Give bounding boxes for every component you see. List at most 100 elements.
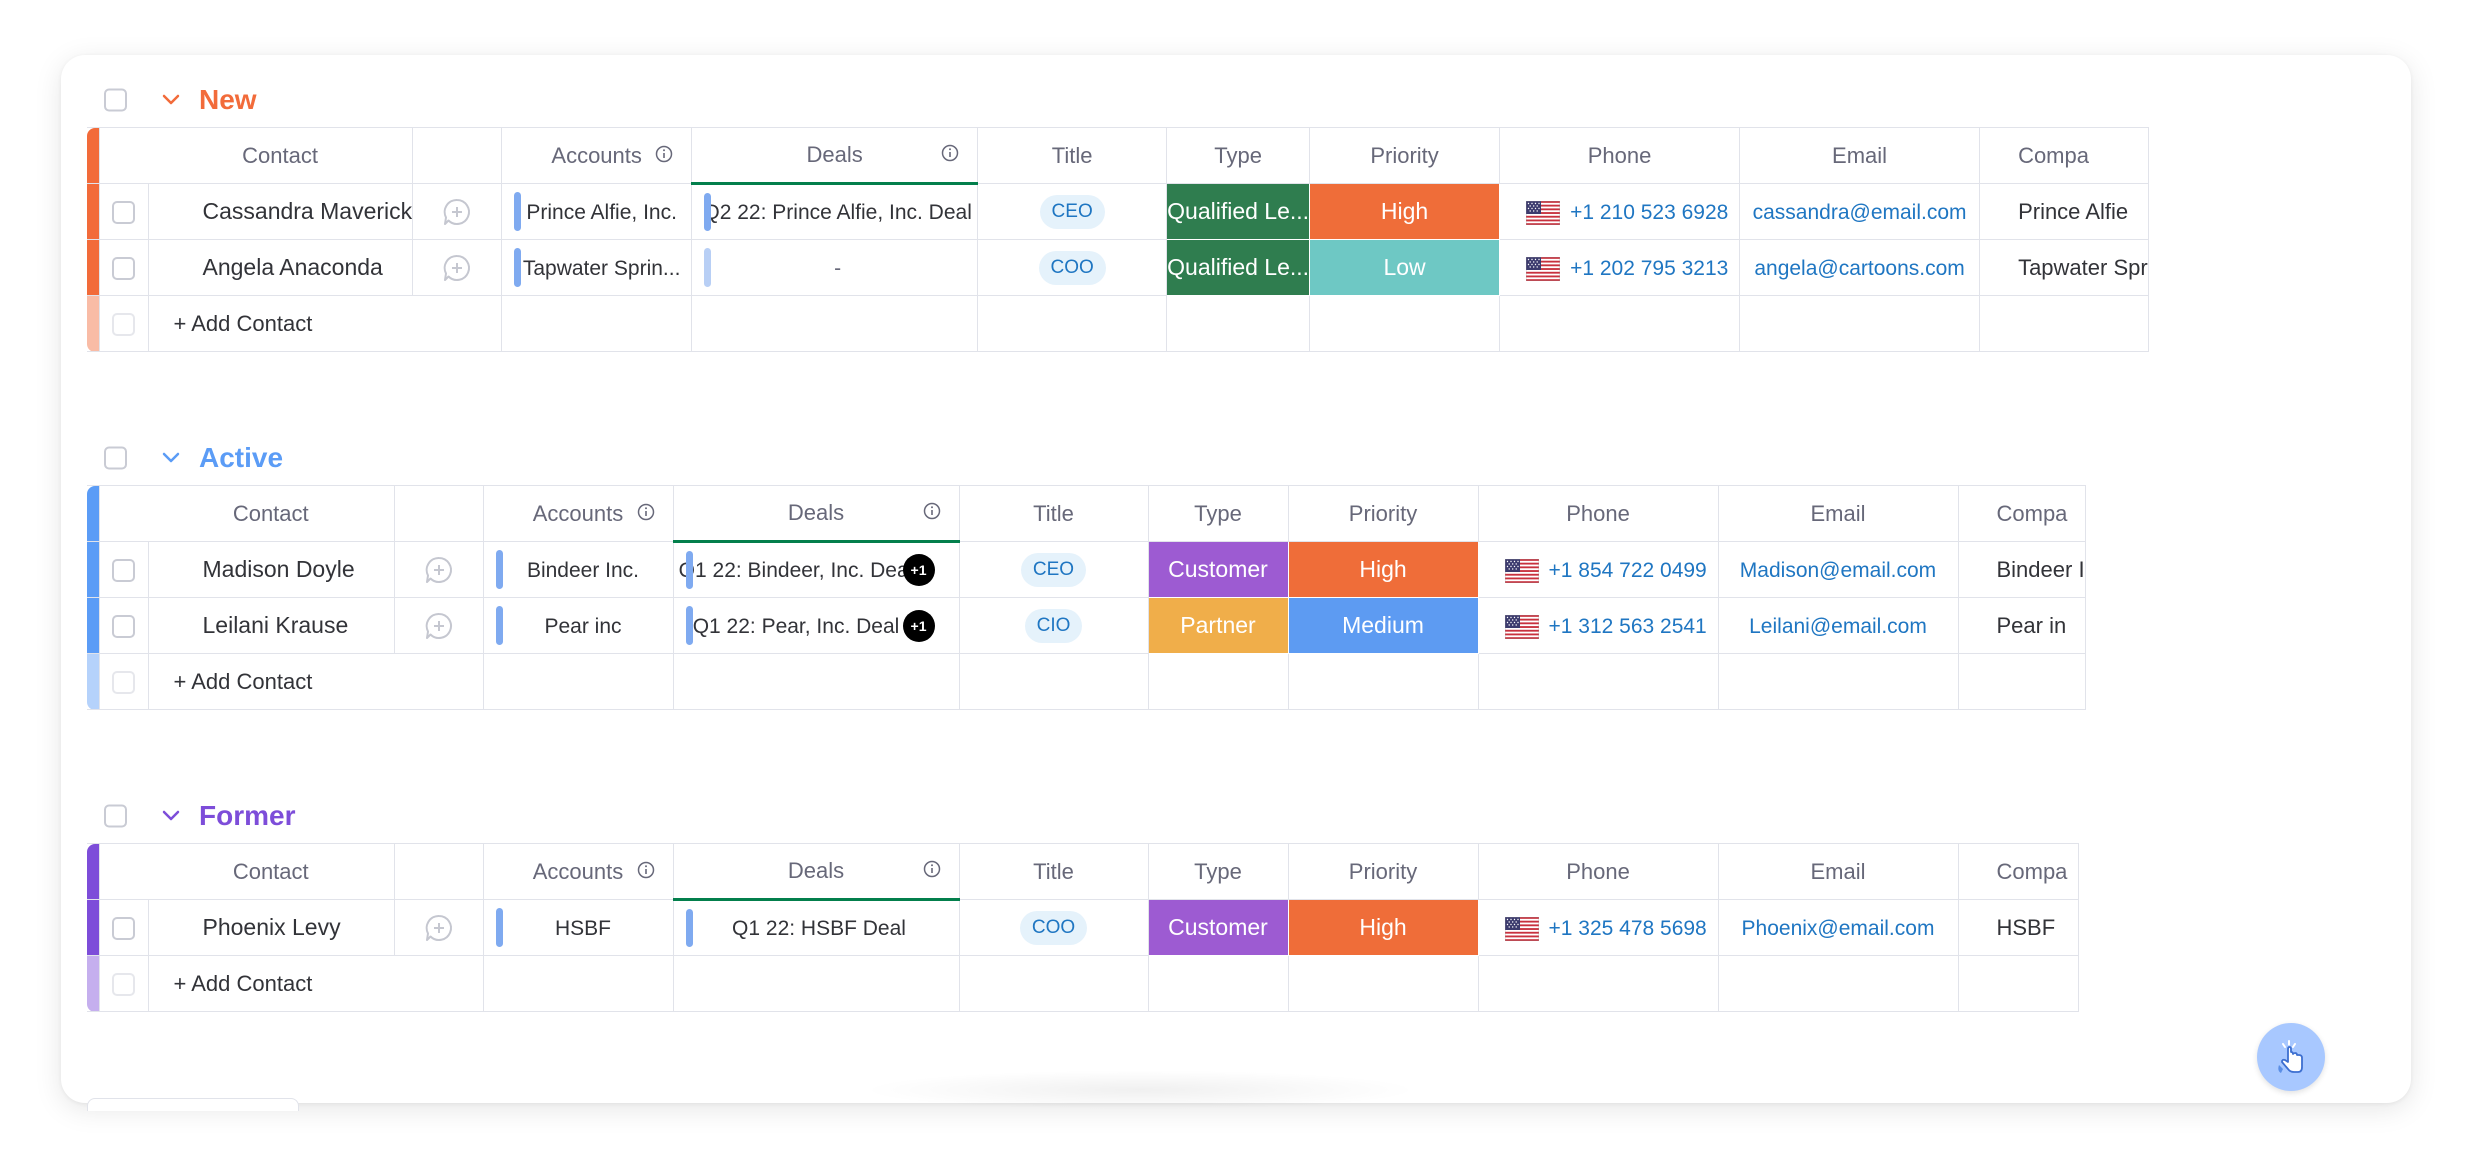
email-link[interactable]: angela@cartoons.com (1754, 257, 1964, 280)
row-checkbox[interactable] (112, 257, 135, 281)
account-name[interactable]: Bindeer Inc. (527, 559, 639, 582)
accounts-cell[interactable]: HSBF (482, 899, 674, 956)
phone-cell[interactable]: +1 854 722 0499 (1477, 541, 1719, 598)
deal-extra-count-badge[interactable]: +1 (902, 554, 935, 586)
column-header-accounts[interactable]: Accounts (482, 843, 674, 900)
company-cell[interactable]: Bindeer I (1957, 541, 2086, 598)
deal-extra-count-badge[interactable]: +1 (902, 609, 935, 642)
deal-name[interactable]: - (834, 257, 841, 280)
phone-number[interactable]: +1 202 795 3213 (1570, 257, 1728, 280)
company-cell[interactable]: HSBF (1957, 899, 2079, 956)
group-title[interactable]: Former (199, 800, 295, 832)
add-contact-row[interactable]: + Add Contact (87, 653, 2086, 710)
help-fab-button[interactable] (2257, 1023, 2325, 1091)
column-header-deals[interactable]: Deals (672, 843, 960, 901)
type-status-cell[interactable]: Qualified Le... (1166, 183, 1311, 240)
deals-cell[interactable]: - (691, 239, 979, 296)
phone-number[interactable]: +1 210 523 6928 (1570, 201, 1728, 224)
table-row[interactable]: Madison Doyle Bindeer Inc. Q1 22: Bindee… (87, 541, 2086, 598)
email-link[interactable]: Phoenix@email.com (1742, 917, 1935, 940)
phone-cell[interactable]: +1 210 523 6928 (1499, 183, 1741, 240)
column-header-priority[interactable]: Priority (1309, 127, 1501, 184)
accounts-cell[interactable]: Pear inc (482, 597, 674, 654)
phone-number[interactable]: +1 854 722 0499 (1549, 559, 1707, 582)
column-header-phone[interactable]: Phone (1499, 127, 1741, 184)
column-header-contact[interactable]: Contact (148, 843, 395, 900)
contact-name-cell[interactable]: Madison Doyle (147, 541, 395, 598)
column-header-company[interactable]: Compa (1979, 127, 2149, 184)
group-select-checkbox[interactable] (104, 446, 127, 470)
column-header-accounts[interactable]: Accounts (501, 127, 693, 184)
column-header-email[interactable]: Email (1739, 127, 1981, 184)
info-icon[interactable] (941, 144, 959, 162)
priority-status-cell[interactable]: Low (1309, 239, 1501, 296)
group-select-checkbox[interactable] (104, 804, 127, 828)
contact-name-cell[interactable]: Angela Anaconda (147, 239, 414, 296)
info-icon[interactable] (637, 503, 655, 521)
info-icon[interactable] (923, 502, 941, 520)
company-cell[interactable]: Tapwater Spr (1979, 239, 2149, 296)
title-cell[interactable]: COO (977, 239, 1168, 296)
column-header-contact[interactable]: Contact (148, 485, 395, 542)
accounts-cell[interactable]: Prince Alfie, Inc. (501, 183, 693, 240)
deal-name[interactable]: Q1 22: Pear, Inc. Deal (693, 615, 900, 638)
add-contact-button[interactable]: + Add Contact (147, 295, 503, 352)
deals-cell[interactable]: Q1 22: HSBF Deal (672, 899, 960, 956)
email-cell[interactable]: Madison@email.com (1717, 541, 1959, 598)
column-header-phone[interactable]: Phone (1477, 843, 1719, 900)
deals-cell[interactable]: Q1 22: Bindeer, Inc. Deal +1 (672, 541, 960, 598)
column-header-type[interactable]: Type (1166, 127, 1311, 184)
column-header-deals[interactable]: Deals (691, 127, 979, 185)
table-row[interactable]: Angela Anaconda Tapwater Sprin... - COO … (87, 239, 2149, 296)
table-row[interactable]: Phoenix Levy HSBF Q1 22: HSBF Deal COO C… (87, 899, 2079, 956)
type-status-cell[interactable]: Customer (1147, 899, 1289, 956)
column-header-priority[interactable]: Priority (1287, 843, 1479, 900)
add-update-button[interactable] (393, 541, 484, 598)
add-update-button[interactable] (412, 239, 503, 296)
column-header-phone[interactable]: Phone (1477, 485, 1719, 542)
row-checkbox[interactable] (112, 917, 135, 941)
priority-status-cell[interactable]: High (1287, 899, 1479, 956)
bottom-tab[interactable] (87, 1098, 299, 1111)
column-header-type[interactable]: Type (1147, 485, 1289, 542)
deals-cell[interactable]: Q2 22: Prince Alfie, Inc. Deal (691, 183, 979, 240)
email-cell[interactable]: Phoenix@email.com (1717, 899, 1959, 956)
accounts-cell[interactable]: Bindeer Inc. (482, 541, 674, 598)
add-contact-button[interactable]: + Add Contact (147, 955, 484, 1012)
row-checkbox[interactable] (112, 615, 135, 639)
table-row[interactable]: Leilani Krause Pear inc Q1 22: Pear, Inc… (87, 597, 2086, 654)
group-collapse-toggle[interactable] (159, 804, 183, 828)
title-cell[interactable]: CEO (977, 183, 1168, 240)
email-cell[interactable]: Leilani@email.com (1717, 597, 1959, 654)
row-checkbox[interactable] (112, 201, 135, 225)
column-header-contact[interactable]: Contact (148, 127, 414, 184)
phone-number[interactable]: +1 325 478 5698 (1549, 917, 1707, 940)
info-icon[interactable] (923, 860, 941, 878)
type-status-cell[interactable]: Customer (1147, 541, 1289, 598)
email-cell[interactable]: cassandra@email.com (1739, 183, 1981, 240)
priority-status-cell[interactable]: High (1287, 541, 1479, 598)
accounts-cell[interactable]: Tapwater Sprin... (501, 239, 693, 296)
deals-cell[interactable]: Q1 22: Pear, Inc. Deal +1 (672, 597, 960, 654)
company-cell[interactable]: Pear in (1957, 597, 2086, 654)
column-header-company[interactable]: Compa (1957, 843, 2079, 900)
type-status-cell[interactable]: Partner (1147, 597, 1289, 654)
account-name[interactable]: HSBF (555, 917, 611, 940)
title-cell[interactable]: CIO (958, 597, 1149, 654)
priority-status-cell[interactable]: High (1309, 183, 1501, 240)
priority-status-cell[interactable]: Medium (1287, 597, 1479, 654)
info-icon[interactable] (637, 861, 655, 879)
column-header-title[interactable]: Title (958, 485, 1149, 542)
add-update-button[interactable] (412, 183, 503, 240)
group-collapse-toggle[interactable] (159, 88, 183, 112)
contact-name-cell[interactable]: Phoenix Levy (147, 899, 395, 956)
add-contact-row[interactable]: + Add Contact (87, 295, 2149, 352)
column-header-priority[interactable]: Priority (1287, 485, 1479, 542)
column-header-title[interactable]: Title (958, 843, 1149, 900)
account-name[interactable]: Tapwater Sprin... (523, 257, 681, 280)
account-name[interactable]: Prince Alfie, Inc. (526, 201, 677, 224)
phone-cell[interactable]: +1 202 795 3213 (1499, 239, 1741, 296)
deal-name[interactable]: Q1 22: HSBF Deal (732, 917, 906, 940)
group-title[interactable]: New (199, 84, 257, 116)
contact-name-cell[interactable]: Leilani Krause (147, 597, 395, 654)
